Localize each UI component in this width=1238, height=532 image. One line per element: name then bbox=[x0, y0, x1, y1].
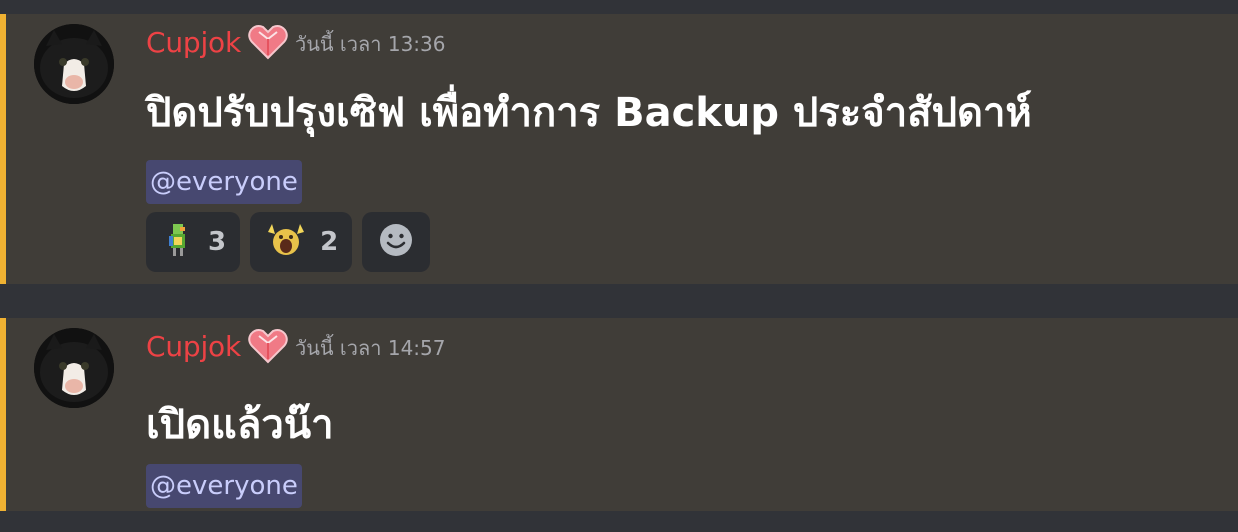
everyone-mention[interactable]: @everyone bbox=[146, 464, 302, 508]
message-content: เปิดแล้วน๊า bbox=[146, 402, 334, 448]
everyone-mention[interactable]: @everyone bbox=[146, 160, 302, 204]
screaming-face-emoji-icon bbox=[266, 222, 306, 262]
message-header: Cupjok วันนี้ เวลา 13:36 bbox=[146, 22, 445, 62]
chat-view: Cupjok วันนี้ เวลา 13:36 ปิดปรับปรุงเซิฟ… bbox=[0, 0, 1238, 532]
message-header: Cupjok วันนี้ เวลา 14:57 bbox=[146, 326, 445, 366]
heart-icon[interactable] bbox=[247, 22, 289, 62]
reaction-parrot[interactable]: 3 bbox=[146, 212, 241, 272]
avatar[interactable] bbox=[34, 24, 114, 104]
add-reaction-button[interactable] bbox=[362, 212, 431, 272]
timestamp[interactable]: วันนี้ เวลา 13:36 bbox=[295, 28, 445, 60]
username[interactable]: Cupjok bbox=[146, 330, 241, 363]
message-item[interactable]: Cupjok วันนี้ เวลา 13:36 ปิดปรับปรุงเซิฟ… bbox=[0, 14, 1238, 284]
smiley-add-reaction-icon bbox=[378, 222, 414, 262]
parrot-emoji-icon bbox=[162, 220, 194, 264]
message-content: ปิดปรับปรุงเซิฟ เพื่อทำการ Backup ประจำส… bbox=[146, 90, 1032, 136]
reaction-bar: 3 2 bbox=[146, 212, 431, 272]
message-item[interactable]: Cupjok วันนี้ เวลา 14:57 เปิดแล้วน๊า @ev… bbox=[0, 318, 1238, 511]
heart-icon[interactable] bbox=[247, 326, 289, 366]
mention-highlight-bar bbox=[0, 318, 6, 511]
mention-highlight-bar bbox=[0, 14, 6, 284]
timestamp[interactable]: วันนี้ เวลา 14:57 bbox=[295, 332, 445, 364]
reaction-count: 2 bbox=[320, 227, 339, 257]
reaction-count: 3 bbox=[208, 227, 227, 257]
avatar[interactable] bbox=[34, 328, 114, 408]
reaction-screaming[interactable]: 2 bbox=[250, 212, 353, 272]
username[interactable]: Cupjok bbox=[146, 26, 241, 59]
